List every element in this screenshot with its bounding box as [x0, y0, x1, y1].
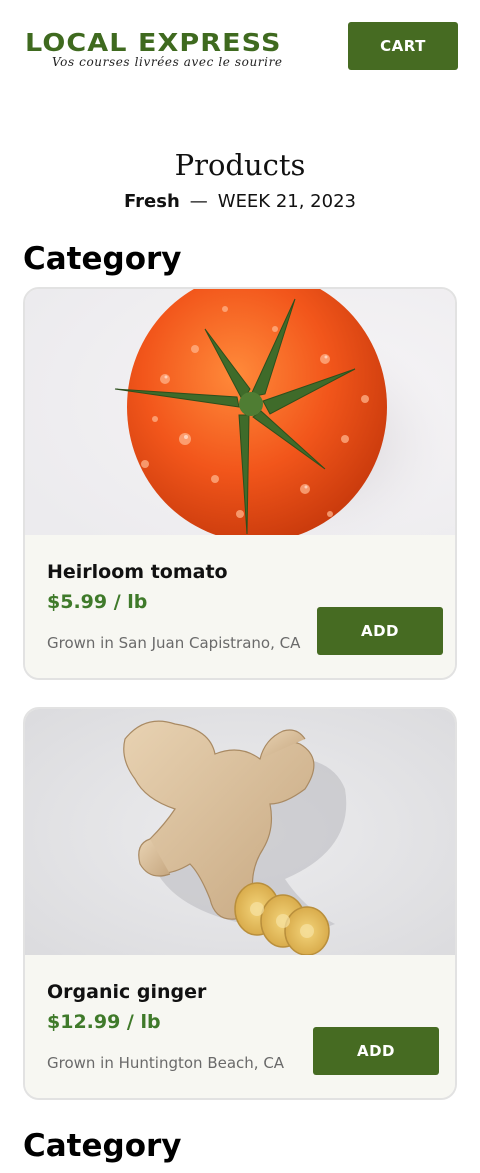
product-name: Heirloom tomato — [47, 561, 228, 583]
product-card-body: Heirloom tomato $5.99 / lb Grown in San … — [25, 535, 455, 678]
logo-title: LOCAL EXPRESS — [25, 28, 282, 57]
product-card-body: Organic ginger $12.99 / lb Grown in Hunt… — [25, 955, 455, 1098]
page-subtitle: Fresh — WEEK 21, 2023 — [0, 191, 480, 212]
product-origin: Grown in Huntington Beach, CA — [47, 1054, 285, 1072]
cart-button[interactable]: CART — [348, 22, 458, 70]
site-header: LOCAL EXPRESS Vos courses livrées avec l… — [0, 0, 480, 90]
subtitle-week: WEEK 21, 2023 — [217, 191, 356, 212]
subtitle-separator: — — [189, 191, 208, 212]
product-card: Organic ginger $12.99 / lb Grown in Hunt… — [23, 707, 457, 1100]
subtitle-tag: Fresh — [124, 191, 180, 212]
category-heading: Category — [23, 1128, 182, 1164]
product-origin: Grown in San Juan Capistrano, CA — [47, 634, 301, 652]
product-price: $5.99 / lb — [47, 591, 148, 613]
product-price: $12.99 / lb — [47, 1011, 161, 1033]
page-title: Products — [174, 148, 306, 182]
category-heading: Category — [23, 241, 182, 277]
product-name: Organic ginger — [47, 981, 207, 1003]
add-to-cart-button[interactable]: ADD — [313, 1027, 439, 1075]
add-to-cart-button[interactable]: ADD — [317, 607, 443, 655]
product-card: Heirloom tomato $5.99 / lb Grown in San … — [23, 287, 457, 680]
ginger-image — [25, 709, 455, 955]
tomato-image — [25, 289, 455, 535]
brand-logo[interactable]: LOCAL EXPRESS Vos courses livrées avec l… — [25, 30, 330, 70]
logo-tagline: Vos courses livrées avec le sourire — [52, 55, 283, 69]
